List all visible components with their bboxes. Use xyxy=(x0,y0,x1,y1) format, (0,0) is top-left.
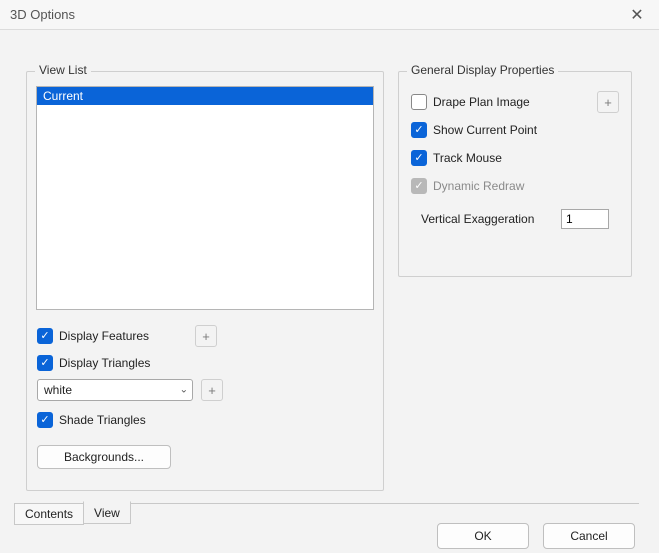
view-list-item[interactable]: Current xyxy=(37,87,373,105)
triangle-color-value: white xyxy=(44,383,72,397)
backgrounds-button[interactable]: Backgrounds... xyxy=(37,445,171,469)
triangle-color-select[interactable]: white ⌄ xyxy=(37,379,193,401)
tab-contents[interactable]: Contents xyxy=(14,504,84,525)
triangle-color-plus-button[interactable]: + xyxy=(201,379,223,401)
show-current-point-label: Show Current Point xyxy=(433,123,537,137)
display-triangles-checkbox[interactable]: ✓ xyxy=(37,355,53,371)
shade-triangles-checkbox[interactable]: ✓ xyxy=(37,412,53,428)
title-bar: 3D Options ✕ xyxy=(0,0,659,30)
track-mouse-label: Track Mouse xyxy=(433,151,502,165)
drape-plan-checkbox[interactable] xyxy=(411,94,427,110)
drape-plan-plus-button[interactable]: + xyxy=(597,91,619,113)
tab-view[interactable]: View xyxy=(83,501,131,524)
close-icon[interactable]: ✕ xyxy=(623,4,651,26)
track-mouse-checkbox[interactable]: ✓ xyxy=(411,150,427,166)
cancel-button[interactable]: Cancel xyxy=(543,523,635,549)
general-display-group: General Display Properties Drape Plan Im… xyxy=(398,71,632,277)
display-features-checkbox[interactable]: ✓ xyxy=(37,328,53,344)
drape-plan-label: Drape Plan Image xyxy=(433,95,530,109)
show-current-point-checkbox[interactable]: ✓ xyxy=(411,122,427,138)
view-listbox[interactable]: Current xyxy=(36,86,374,310)
view-list-group: View List Current ✓ Display Features + ✓… xyxy=(26,71,384,491)
dynamic-redraw-label: Dynamic Redraw xyxy=(433,179,524,193)
chevron-down-icon: ⌄ xyxy=(180,385,188,396)
dialog-buttons: OK Cancel xyxy=(437,523,635,549)
dynamic-redraw-checkbox: ✓ xyxy=(411,178,427,194)
vertical-exag-label: Vertical Exaggeration xyxy=(421,212,534,226)
window-title: 3D Options xyxy=(10,7,75,22)
vertical-exag-input[interactable] xyxy=(561,209,609,229)
view-list-legend: View List xyxy=(35,63,91,77)
ok-button[interactable]: OK xyxy=(437,523,529,549)
display-features-label: Display Features xyxy=(59,329,149,343)
shade-triangles-label: Shade Triangles xyxy=(59,413,146,427)
general-display-legend: General Display Properties xyxy=(407,63,558,77)
display-triangles-label: Display Triangles xyxy=(59,356,150,370)
display-features-plus-button[interactable]: + xyxy=(195,325,217,347)
tab-bar: Contents View xyxy=(14,503,639,525)
